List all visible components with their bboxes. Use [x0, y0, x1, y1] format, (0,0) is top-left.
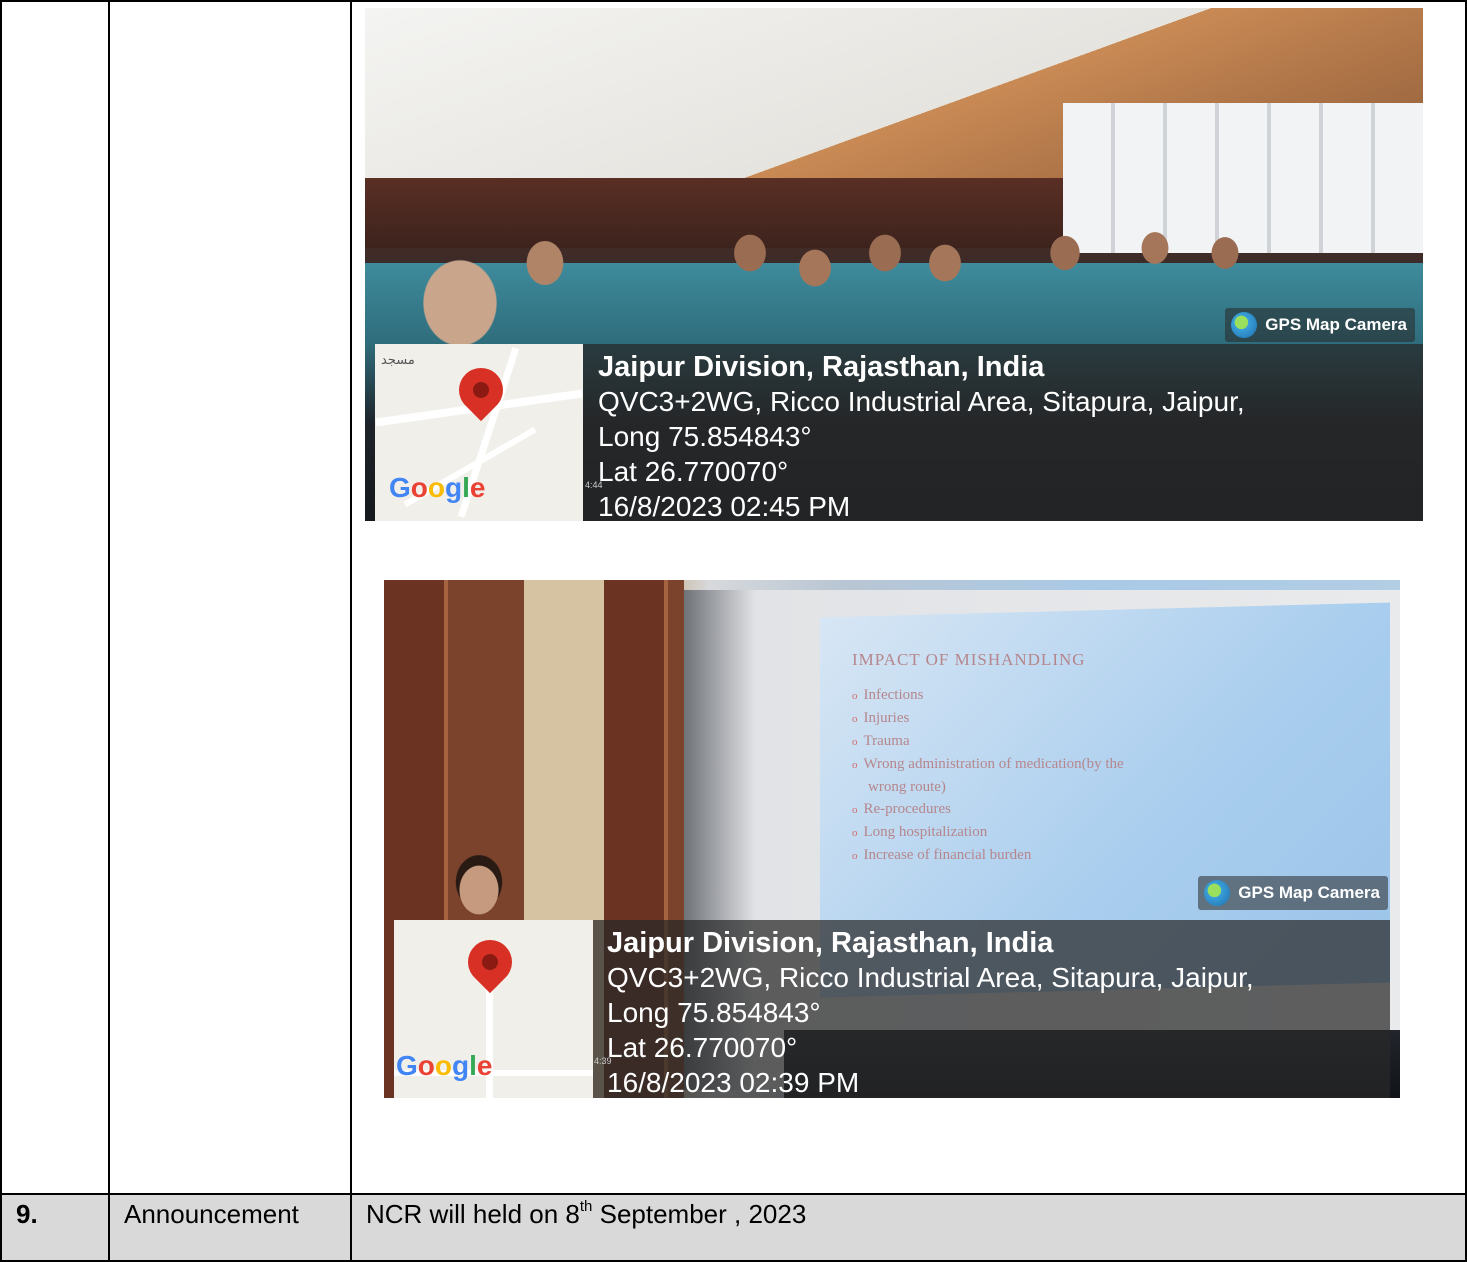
announcement-text: NCR will held on 8th September , 2023 — [352, 1199, 1465, 1230]
topic-cell: Announcement — [108, 1193, 352, 1262]
slide-bullet: o Re-procedures — [852, 801, 951, 817]
gps-datetime: 16/8/2023 02:45 PM — [598, 491, 851, 521]
gps-mini-map: Google — [394, 920, 593, 1098]
serial-cell — [0, 0, 110, 1195]
map-pin-icon — [458, 930, 522, 994]
gps-datetime: 16/8/2023 02:39 PM — [607, 1067, 860, 1098]
event-photo-audience: GPS Map Camera مسجد Google 4:44 Jaipur D… — [365, 8, 1423, 521]
slide-bullet: o Long hospitalization — [852, 824, 988, 840]
gps-address: QVC3+2WG, Ricco Industrial Area, Sitapur… — [598, 386, 1245, 417]
gps-address: QVC3+2WG, Ricco Industrial Area, Sitapur… — [607, 962, 1254, 993]
topic-cell — [108, 0, 352, 1195]
slide-bullet: o Wrong administration of medication(by t… — [852, 756, 1124, 772]
slide-bullet: o Injuries — [852, 710, 910, 726]
bullet-icon: o — [852, 690, 858, 702]
bullet-icon: o — [852, 736, 858, 748]
bullet-icon: o — [852, 759, 858, 771]
bullet-icon: o — [852, 850, 858, 862]
gps-mini-map: مسجد Google — [375, 344, 583, 521]
gps-location-title: Jaipur Division, Rajasthan, India — [607, 927, 1054, 959]
slide-bullet-continuation: wrong route) — [868, 779, 946, 795]
gps-map-camera-badge: GPS Map Camera — [1225, 308, 1415, 342]
table-row-announcement: 9. Announcement NCR will held on 8th Sep… — [0, 1193, 1467, 1262]
bullet-icon: o — [852, 804, 858, 816]
slide-bullet: o Infections — [852, 687, 924, 703]
gps-latitude: Lat 26.770070° — [598, 456, 789, 487]
ordinal-suffix: th — [579, 1198, 593, 1215]
row-number: 9. — [16, 1199, 38, 1229]
google-logo: Google — [389, 472, 486, 503]
bullet-icon: o — [852, 713, 858, 725]
gps-longitude: Long 75.854843° — [598, 421, 812, 452]
announcement-text-before: NCR will held on 8 — [366, 1199, 580, 1229]
google-logo: Google — [396, 1050, 493, 1081]
gps-location-title: Jaipur Division, Rajasthan, India — [598, 351, 1045, 383]
details-cell: NCR will held on 8th September , 2023 — [350, 1193, 1467, 1262]
gps-text-block: Jaipur Division, Rajasthan, India QVC3+2… — [607, 926, 1254, 1098]
row-label: Announcement — [124, 1199, 299, 1229]
gps-text-block: Jaipur Division, Rajasthan, India QVC3+2… — [598, 350, 1245, 521]
globe-icon — [1231, 312, 1258, 338]
bullet-icon: o — [852, 827, 858, 839]
gps-badge-label: GPS Map Camera — [1265, 315, 1407, 334]
gps-badge-label: GPS Map Camera — [1238, 883, 1380, 902]
serial-cell: 9. — [0, 1193, 110, 1262]
map-place-label: مسجد — [381, 352, 415, 367]
globe-icon — [1204, 880, 1231, 906]
slide-bullet: o Increase of financial burden — [852, 847, 1032, 863]
presentation-slide: IMPACT OF MISHANDLING o Infections o Injur… — [852, 650, 1124, 867]
announcement-text-after: September , 2023 — [592, 1199, 807, 1229]
event-photo-presentation: IMPACT OF MISHANDLING o Infections o Injur… — [384, 580, 1400, 1098]
slide-title: IMPACT OF MISHANDLING — [852, 650, 1086, 669]
gps-latitude: Lat 26.770070° — [607, 1032, 798, 1063]
gps-longitude: Long 75.854843° — [607, 997, 821, 1028]
slide-bullet: o Trauma — [852, 733, 910, 749]
gps-map-camera-badge: GPS Map Camera — [1198, 876, 1388, 910]
